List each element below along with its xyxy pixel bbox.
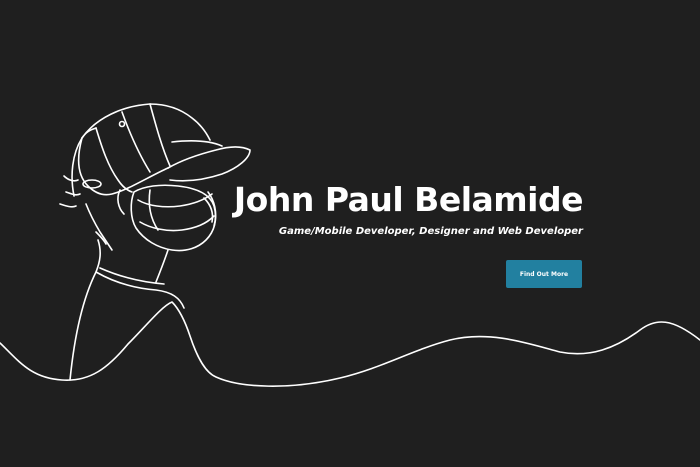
- find-out-more-button[interactable]: Find Out More: [506, 260, 582, 288]
- hero-subtitle: Game/Mobile Developer, Designer and Web …: [278, 226, 583, 237]
- hero-section: John Paul Belamide Game/Mobile Developer…: [0, 0, 700, 467]
- hero-name: John Paul Belamide: [233, 180, 584, 219]
